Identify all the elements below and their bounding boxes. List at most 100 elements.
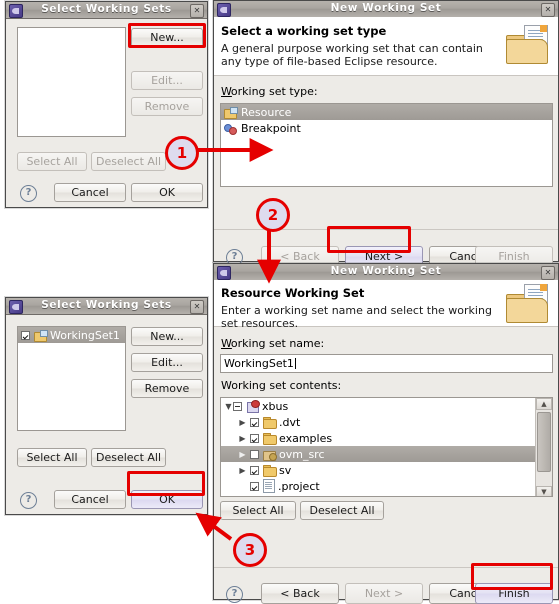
row-checkbox[interactable] (250, 433, 259, 443)
select-working-sets-dialog-bottom: Select Working Sets ✕ WorkingSet1 New...… (5, 297, 208, 515)
tree-row[interactable]: ▶ sv (221, 462, 535, 478)
back-button-label: < Back (280, 587, 320, 600)
working-set-contents-tree[interactable]: ▼ xbus ▶ .dvt ▶ examples ▶ ovm_src ▶ sv … (220, 397, 553, 497)
working-set-icon (224, 106, 238, 119)
select-all-label: Select All (26, 451, 78, 464)
close-icon[interactable]: ✕ (190, 300, 204, 314)
select-all-button[interactable]: Select All (17, 152, 87, 171)
titlebar[interactable]: New Working Set ✕ (214, 264, 558, 281)
scrollbar-thumb[interactable] (537, 412, 551, 472)
deselect-all-label: Deselect All (309, 504, 375, 517)
row-checkbox[interactable] (250, 465, 259, 475)
cancel-button-label: Cancel (71, 186, 109, 199)
wizard-header: Select a working set type A general purp… (214, 17, 558, 76)
working-set-banner-icon (504, 25, 552, 65)
help-glyph: ? (25, 187, 32, 198)
ok-button-label: OK (159, 493, 175, 506)
window-title: Select Working Sets (41, 3, 172, 15)
callout-marker-1: 1 (165, 136, 199, 170)
remove-button[interactable]: Remove (131, 379, 203, 398)
folder-icon (263, 432, 277, 445)
ok-button-label: OK (159, 186, 175, 199)
list-item[interactable]: Resource (221, 104, 552, 120)
new-button[interactable]: New... (131, 327, 203, 346)
tree-row-label: .dvt (279, 415, 301, 429)
file-icon (263, 479, 275, 493)
working-set-type-list[interactable]: Resource Breakpoint (220, 103, 553, 187)
help-icon[interactable]: ? (20, 492, 37, 509)
edit-button[interactable]: Edit... (131, 353, 203, 372)
linked-folder-icon (263, 449, 277, 461)
edit-button-label: Edit... (151, 74, 183, 87)
help-glyph: ? (25, 494, 32, 505)
close-icon[interactable]: ✕ (541, 3, 555, 17)
working-set-name-input[interactable]: WorkingSet1 (220, 354, 553, 373)
window-title: New Working Set (330, 265, 442, 277)
new-button[interactable]: New... (131, 28, 203, 47)
row-checkbox[interactable] (250, 449, 259, 459)
close-icon[interactable]: ✕ (190, 4, 204, 18)
tree-row[interactable]: ▼ xbus (221, 398, 535, 414)
deselect-all-button[interactable]: Deselect All (91, 152, 166, 171)
cancel-button[interactable]: Cancel (54, 490, 126, 509)
callout-number: 3 (244, 541, 256, 559)
help-icon[interactable]: ? (20, 185, 37, 202)
ok-button[interactable]: OK (131, 490, 203, 509)
scroll-down-arrow[interactable]: ▼ (536, 486, 552, 496)
row-checkbox[interactable] (21, 330, 30, 340)
name-input-value: WorkingSet1 (224, 357, 294, 370)
twisty-expanded-icon[interactable]: ▼ (224, 402, 233, 411)
tree-row-label: .project (278, 479, 320, 493)
deselect-all-button[interactable]: Deselect All (91, 448, 166, 467)
cancel-button-label: Cancel (71, 493, 109, 506)
finish-button[interactable]: Finish (475, 583, 553, 604)
twisty-collapsed-icon[interactable]: ▶ (238, 466, 247, 475)
working-set-type-label: Working set type: (221, 85, 318, 98)
type-label-text: orking set type: (230, 85, 318, 98)
twisty-collapsed-icon[interactable]: ▶ (238, 450, 247, 459)
help-glyph: ? (231, 251, 238, 262)
partial-checkbox[interactable] (233, 401, 242, 411)
titlebar[interactable]: Select Working Sets ✕ (6, 2, 207, 19)
tree-row-label: examples (279, 431, 333, 445)
working-sets-list[interactable]: WorkingSet1 (17, 326, 126, 431)
select-all-button[interactable]: Select All (220, 501, 296, 520)
new-button-label: New... (150, 31, 184, 44)
twisty-collapsed-icon[interactable]: ▶ (238, 418, 247, 427)
tree-row[interactable]: ▶ .dvt (221, 414, 535, 430)
tree-row[interactable]: .project (221, 478, 535, 494)
window-title: Select Working Sets (41, 299, 172, 311)
next-button-label: Next > (364, 250, 404, 263)
list-item[interactable]: WorkingSet1 (18, 327, 125, 343)
working-set-banner-icon (504, 284, 552, 324)
help-icon[interactable]: ? (226, 586, 243, 603)
working-set-name-label: Working set name: (221, 337, 325, 350)
close-icon[interactable]: ✕ (541, 266, 555, 280)
select-all-button[interactable]: Select All (17, 448, 87, 467)
cancel-button[interactable]: Cancel (54, 183, 126, 202)
edit-button-label: Edit... (151, 356, 183, 369)
scroll-up-arrow[interactable]: ▲ (536, 398, 552, 410)
tree-row-label: xbus (262, 399, 289, 413)
list-item[interactable]: Breakpoint (221, 120, 552, 136)
titlebar[interactable]: New Working Set ✕ (214, 1, 558, 18)
tree-row[interactable]: ▶ examples (221, 430, 535, 446)
row-checkbox[interactable] (250, 481, 259, 491)
name-label-text: orking set name: (230, 337, 325, 350)
twisty-collapsed-icon[interactable]: ▶ (238, 434, 247, 443)
ok-button[interactable]: OK (131, 183, 203, 202)
page-description: Enter a working set name and select the … (221, 304, 492, 330)
tree-vertical-scrollbar[interactable]: ▲ ▼ (535, 398, 552, 496)
deselect-all-button[interactable]: Deselect All (300, 501, 384, 520)
edit-button[interactable]: Edit... (131, 71, 203, 90)
remove-button[interactable]: Remove (131, 97, 203, 116)
working-sets-list[interactable] (17, 27, 126, 137)
project-icon (246, 400, 260, 413)
back-button[interactable]: < Back (261, 583, 339, 604)
select-working-sets-dialog-top: Select Working Sets ✕ New... Edit... Rem… (5, 1, 208, 208)
titlebar[interactable]: Select Working Sets ✕ (6, 298, 207, 315)
row-checkbox[interactable] (250, 417, 259, 427)
next-button[interactable]: Next > (345, 583, 423, 604)
tree-row-label: ovm_src (279, 447, 325, 461)
tree-row[interactable]: ▶ ovm_src (221, 446, 535, 462)
